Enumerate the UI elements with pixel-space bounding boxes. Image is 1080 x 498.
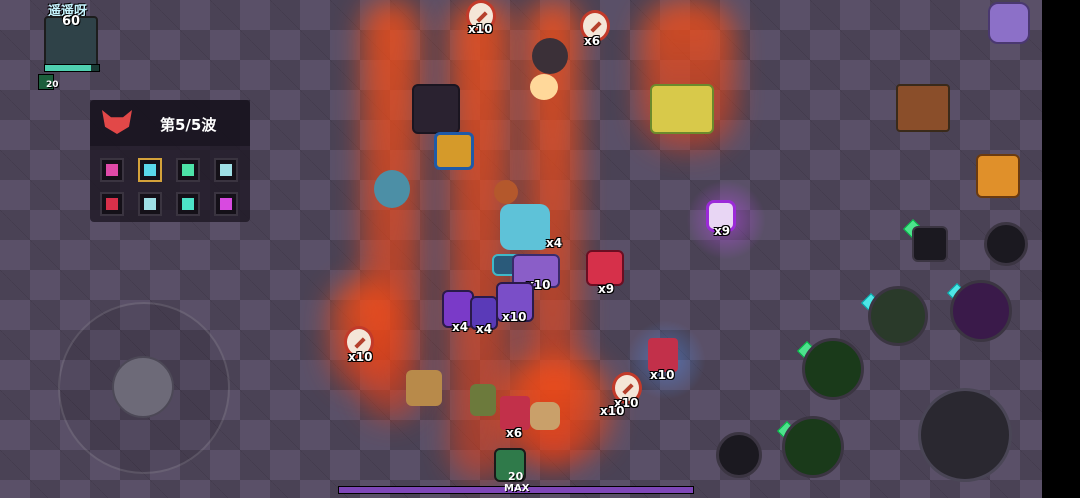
- drop-count: x9: [714, 224, 731, 238]
- drop-count: x6: [584, 34, 601, 48]
- screen-edge: [1042, 0, 1080, 498]
- drop-count: x9: [598, 282, 615, 296]
- demon-head-icon: [102, 110, 132, 134]
- grab-hand-icon[interactable]: [918, 388, 1012, 482]
- crosshair-icon[interactable]: [100, 158, 124, 182]
- drop-count: x4: [452, 320, 469, 334]
- player-level: 60: [62, 14, 81, 29]
- red-crystal-drop[interactable]: [500, 396, 530, 430]
- spirit-skill-button[interactable]: [984, 222, 1028, 266]
- drop-count: x10: [468, 22, 493, 36]
- armor-icon[interactable]: [214, 158, 238, 182]
- golden-cube-item: [650, 84, 714, 134]
- menu-icon[interactable]: [988, 2, 1030, 44]
- drop-count: x10: [502, 310, 527, 324]
- berserk-icon[interactable]: [100, 192, 124, 216]
- health-potion-icon[interactable]: [716, 432, 762, 478]
- drop-count: x4: [476, 322, 493, 336]
- drop-count: x6: [506, 426, 523, 440]
- wave-header: 第5/5波: [90, 100, 250, 146]
- flame-icon[interactable]: [214, 192, 238, 216]
- bread-item[interactable]: [530, 402, 560, 430]
- totem-item[interactable]: [470, 384, 496, 416]
- max-label: MAX: [504, 483, 530, 494]
- drop-count: x10: [348, 350, 373, 364]
- sword-icon[interactable]: [176, 192, 200, 216]
- drop-count: x4: [546, 236, 563, 250]
- xp-bar: [44, 64, 100, 72]
- armor-icon[interactable]: [138, 192, 162, 216]
- pet-level: 20: [46, 80, 59, 90]
- frog-skill-button[interactable]: [868, 286, 928, 346]
- player-character: [500, 204, 550, 250]
- lamp-item: [530, 74, 558, 100]
- shield-buff-icon[interactable]: [138, 158, 162, 182]
- golden-chest-item: [434, 132, 474, 170]
- drop-count: x10: [650, 368, 675, 382]
- gear-enemy: [532, 38, 568, 74]
- boot-item[interactable]: [406, 370, 442, 406]
- slash-skill-button[interactable]: [802, 338, 864, 400]
- dagger-weapon-icon[interactable]: [912, 226, 948, 262]
- heart-icon[interactable]: [176, 158, 200, 182]
- dagger-card-drop[interactable]: [586, 250, 624, 286]
- exit-door-icon[interactable]: [896, 84, 950, 132]
- treasure-chest-icon[interactable]: [976, 154, 1020, 198]
- pet-level-badge: 20: [508, 470, 524, 483]
- joystick-thumb[interactable]: [112, 356, 174, 418]
- orb-item: [494, 180, 518, 204]
- void-skill-button[interactable]: [950, 280, 1012, 342]
- wave-label: 第5/5波: [160, 116, 217, 134]
- wave-panel: 第5/5波: [90, 100, 250, 222]
- wind-skill-button[interactable]: [782, 416, 844, 478]
- drop-count: x10: [600, 404, 625, 418]
- demon-enemy: [412, 84, 460, 134]
- red-crystal-drop[interactable]: [648, 338, 678, 372]
- ship-item: [374, 170, 410, 208]
